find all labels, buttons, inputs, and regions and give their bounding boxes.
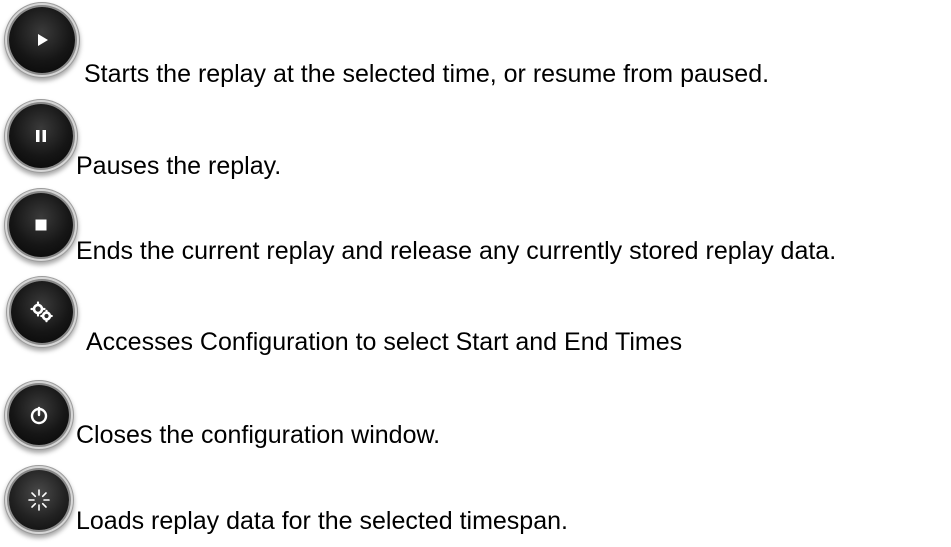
document-page: { "items": [ {"icon": "play-icon", "desc… [0, 0, 951, 547]
gears-icon [30, 301, 53, 323]
play-icon [38, 34, 48, 46]
configuration-button[interactable] [11, 281, 73, 343]
stop-icon [35, 219, 47, 231]
load-data-description: Loads replay data for the selected times… [76, 507, 568, 535]
play-button[interactable] [9, 7, 75, 73]
stop-button[interactable] [9, 193, 73, 257]
close-configuration-button[interactable] [9, 385, 69, 445]
pause-icon [36, 130, 46, 142]
stop-description: Ends the current replay and release any … [76, 237, 837, 265]
configuration-description: Accesses Configuration to select Start a… [86, 328, 683, 356]
load-data-button[interactable] [9, 470, 69, 530]
loading-spinner-icon [28, 489, 50, 511]
pause-description: Pauses the replay. [76, 152, 282, 180]
power-icon [30, 406, 48, 425]
close-configuration-description: Closes the configuration window. [76, 421, 441, 449]
play-description: Starts the replay at the selected time, … [84, 60, 770, 88]
pause-button[interactable] [9, 104, 73, 168]
